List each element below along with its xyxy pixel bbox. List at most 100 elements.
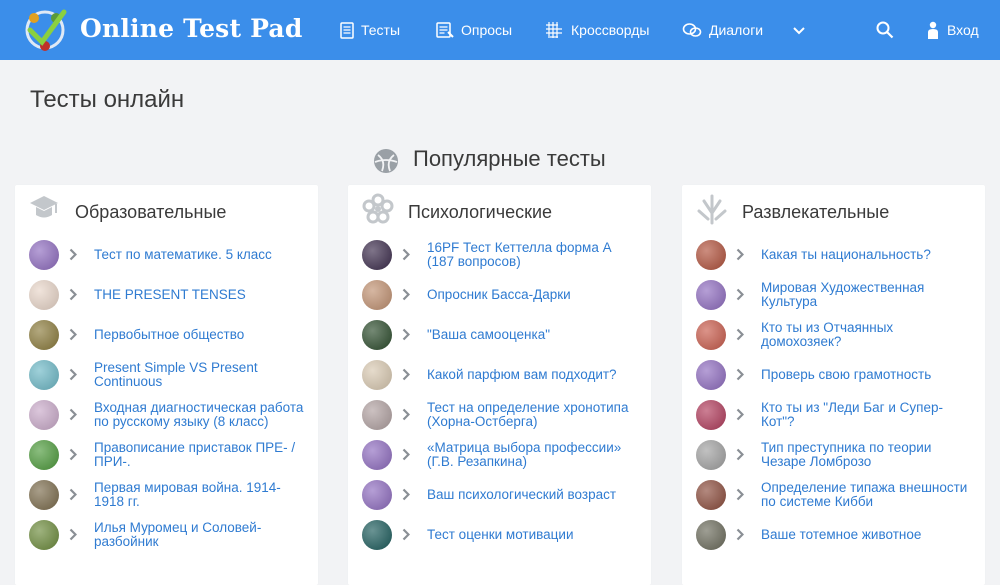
test-link[interactable]: Первая мировая война. 1914-1918 гг. — [94, 475, 309, 515]
test-list-item[interactable]: Тип преступника по теории Чезаре Ломброз… — [696, 435, 981, 475]
test-list-item[interactable]: Илья Муромец и Соловей-разбойник — [29, 515, 314, 555]
test-link[interactable]: "Ваша самооценка" — [427, 315, 642, 355]
test-link[interactable]: Илья Муромец и Соловей-разбойник — [94, 515, 309, 555]
category-title: Образовательные — [75, 202, 227, 222]
test-thumbnail — [696, 480, 726, 510]
test-list-item[interactable]: Правописание приставок ПРЕ- / ПРИ-. — [29, 435, 314, 475]
test-list-item[interactable]: Тест по математике. 5 класс — [29, 235, 314, 275]
test-link[interactable]: Тест на определение хронотипа (Хорна-Ост… — [427, 395, 642, 435]
test-thumbnail — [362, 360, 392, 390]
test-link[interactable]: Опросник Басса-Дарки — [427, 275, 642, 315]
search-button[interactable] — [876, 0, 901, 60]
test-link[interactable]: Кто ты из Отчаянных домохозяек? — [761, 315, 976, 355]
chevron-right-icon — [736, 448, 744, 461]
test-thumbnail — [696, 440, 726, 470]
test-list-item[interactable]: Present Simple VS Present Continuous — [29, 355, 314, 395]
test-list-item[interactable]: Какая ты национальность? — [696, 235, 981, 275]
test-thumbnail — [362, 320, 392, 350]
chevron-right-icon — [69, 528, 77, 541]
test-link[interactable]: Кто ты из "Леди Баг и Супер-Кот"? — [761, 395, 976, 435]
test-thumbnail — [29, 400, 59, 430]
chevron-right-icon — [69, 368, 77, 381]
test-list-item[interactable]: Опросник Басса-Дарки — [362, 275, 647, 315]
test-list-item[interactable]: 16PF Тест Кеттелла форма А (187 вопросов… — [362, 235, 647, 275]
test-list-item[interactable]: Проверь свою грамотность — [696, 355, 981, 395]
test-link[interactable]: Какой парфюм вам подходит? — [427, 355, 642, 395]
test-list-item[interactable]: «Матрица выбора профессии» (Г.В. Резапки… — [362, 435, 647, 475]
brand-title[interactable]: Online Test Pad — [80, 14, 303, 43]
test-list-item[interactable]: Ваш психологический возраст — [362, 475, 647, 515]
chevron-right-icon — [402, 408, 410, 421]
test-link[interactable]: «Матрица выбора профессии» (Г.В. Резапки… — [427, 435, 642, 475]
user-icon — [928, 21, 938, 39]
test-list-item[interactable]: Входная диагностическая работа по русско… — [29, 395, 314, 435]
test-link[interactable]: Мировая Художественная Культура — [761, 275, 976, 315]
popular-tests-heading: Популярные тесты — [0, 144, 1000, 178]
category-education: Образовательные Тест по математике. 5 кл… — [15, 185, 318, 585]
chevron-right-icon — [402, 368, 410, 381]
test-thumbnail — [362, 440, 392, 470]
chat-icon — [682, 22, 702, 37]
nav-polls[interactable]: Опросы — [436, 0, 512, 60]
test-list-item[interactable]: "Ваша самооценка" — [362, 315, 647, 355]
chevron-right-icon — [736, 248, 744, 261]
test-thumbnail — [362, 240, 392, 270]
nav-tests[interactable]: Тесты — [340, 0, 400, 60]
logo-icon[interactable] — [20, 6, 70, 54]
test-list-item[interactable]: Определение типажа внешности по системе … — [696, 475, 981, 515]
category-title: Психологические — [408, 202, 553, 222]
test-link[interactable]: Входная диагностическая работа по русско… — [94, 395, 309, 435]
test-link[interactable]: Проверь свою грамотность — [761, 355, 976, 395]
test-list-item[interactable]: Ваше тотемное животное — [696, 515, 981, 555]
crossword-icon — [546, 22, 562, 38]
test-link[interactable]: Тип преступника по теории Чезаре Ломброз… — [761, 435, 976, 475]
category-title: Развлекательные — [742, 202, 890, 222]
nav-crosswords[interactable]: Кроссворды — [544, 0, 650, 60]
chevron-down-icon — [793, 26, 805, 34]
test-link[interactable]: Ваше тотемное животное — [761, 515, 976, 555]
chevron-right-icon — [69, 288, 77, 301]
category-header[interactable]: Развлекательные — [682, 193, 985, 229]
chevron-right-icon — [736, 528, 744, 541]
chevron-right-icon — [69, 448, 77, 461]
chevron-right-icon — [736, 368, 744, 381]
test-thumbnail — [29, 240, 59, 270]
test-list-item[interactable]: Кто ты из Отчаянных домохозяек? — [696, 315, 981, 355]
nav-polls-label: Опросы — [461, 22, 513, 38]
test-link[interactable]: Тест оценки мотивации — [427, 515, 642, 555]
test-link[interactable]: 16PF Тест Кеттелла форма А (187 вопросов… — [427, 235, 642, 275]
test-link[interactable]: Тест по математике. 5 класс — [94, 235, 309, 275]
nav-dialogs[interactable]: Диалоги — [682, 0, 763, 60]
test-list-item[interactable]: Первобытное общество — [29, 315, 314, 355]
chevron-right-icon — [402, 488, 410, 501]
login-link[interactable]: Вход — [926, 0, 979, 60]
chevron-right-icon — [402, 288, 410, 301]
test-thumbnail — [696, 360, 726, 390]
test-list-item[interactable]: THE PRESENT TENSES — [29, 275, 314, 315]
chevron-right-icon — [69, 488, 77, 501]
nav-tests-label: Тесты — [361, 22, 401, 38]
test-list-item[interactable]: Первая мировая война. 1914-1918 гг. — [29, 475, 314, 515]
test-thumbnail — [29, 320, 59, 350]
category-header[interactable]: Психологические — [348, 193, 651, 229]
test-link[interactable]: Правописание приставок ПРЕ- / ПРИ-. — [94, 435, 309, 475]
test-list-item[interactable]: Тест оценки мотивации — [362, 515, 647, 555]
test-list-item[interactable]: Какой парфюм вам подходит? — [362, 355, 647, 395]
test-thumbnail — [696, 400, 726, 430]
test-list-item[interactable]: Мировая Художественная Культура — [696, 275, 981, 315]
test-thumbnail — [29, 520, 59, 550]
test-link[interactable]: Present Simple VS Present Continuous — [94, 355, 309, 395]
test-link[interactable]: Определение типажа внешности по системе … — [761, 475, 976, 515]
nav-more-dropdown[interactable] — [792, 0, 813, 60]
test-list-item[interactable]: Тест на определение хронотипа (Хорна-Ост… — [362, 395, 647, 435]
test-link[interactable]: Первобытное общество — [94, 315, 309, 355]
category-header[interactable]: Образовательные — [15, 193, 318, 229]
document-icon — [340, 21, 354, 39]
test-list-item[interactable]: Кто ты из "Леди Баг и Супер-Кот"? — [696, 395, 981, 435]
test-thumbnail — [362, 280, 392, 310]
test-link[interactable]: Какая ты национальность? — [761, 235, 976, 275]
test-thumbnail — [29, 480, 59, 510]
test-thumbnail — [696, 280, 726, 310]
test-link[interactable]: Ваш психологический возраст — [427, 475, 642, 515]
test-link[interactable]: THE PRESENT TENSES — [94, 275, 309, 315]
